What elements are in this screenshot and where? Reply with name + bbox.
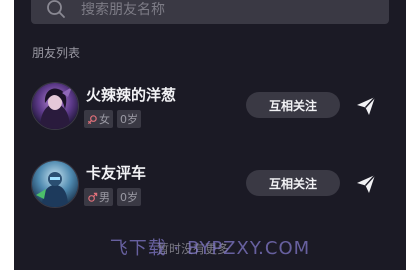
friend-row[interactable]: 卡友评车 男 0岁 互相关注 <box>14 156 406 216</box>
friends-panel: 朋友列表 火辣辣的洋葱 <box>14 0 406 270</box>
mutual-follow-button[interactable]: 互相关注 <box>246 92 340 118</box>
search-input[interactable] <box>79 0 383 23</box>
gender-tag: 男 <box>84 188 113 206</box>
friend-tags: 男 0岁 <box>84 188 141 206</box>
send-icon <box>357 96 376 115</box>
send-message-button[interactable] <box>354 94 378 118</box>
friend-row[interactable]: 火辣辣的洋葱 女 0岁 互相关注 <box>14 78 406 138</box>
search-bar[interactable] <box>31 0 389 24</box>
avatar[interactable] <box>31 82 79 130</box>
search-icon <box>47 0 65 18</box>
age-tag: 0岁 <box>117 110 141 128</box>
friend-name: 火辣辣的洋葱 <box>86 86 177 104</box>
friend-tags: 女 0岁 <box>84 110 141 128</box>
gender-label: 男 <box>99 191 110 204</box>
gender-label: 女 <box>99 113 110 126</box>
female-icon <box>87 114 97 124</box>
friend-name: 卡友评车 <box>86 164 147 182</box>
male-icon <box>88 192 98 202</box>
watermark: 飞下载 · BYPZXY.COM <box>109 238 311 259</box>
mutual-follow-button[interactable]: 互相关注 <box>246 170 340 196</box>
send-icon <box>357 174 376 193</box>
avatar[interactable] <box>31 160 79 208</box>
section-title: 朋友列表 <box>32 46 81 60</box>
gender-tag: 女 <box>84 110 113 128</box>
age-tag: 0岁 <box>117 188 141 206</box>
send-message-button[interactable] <box>354 172 378 196</box>
